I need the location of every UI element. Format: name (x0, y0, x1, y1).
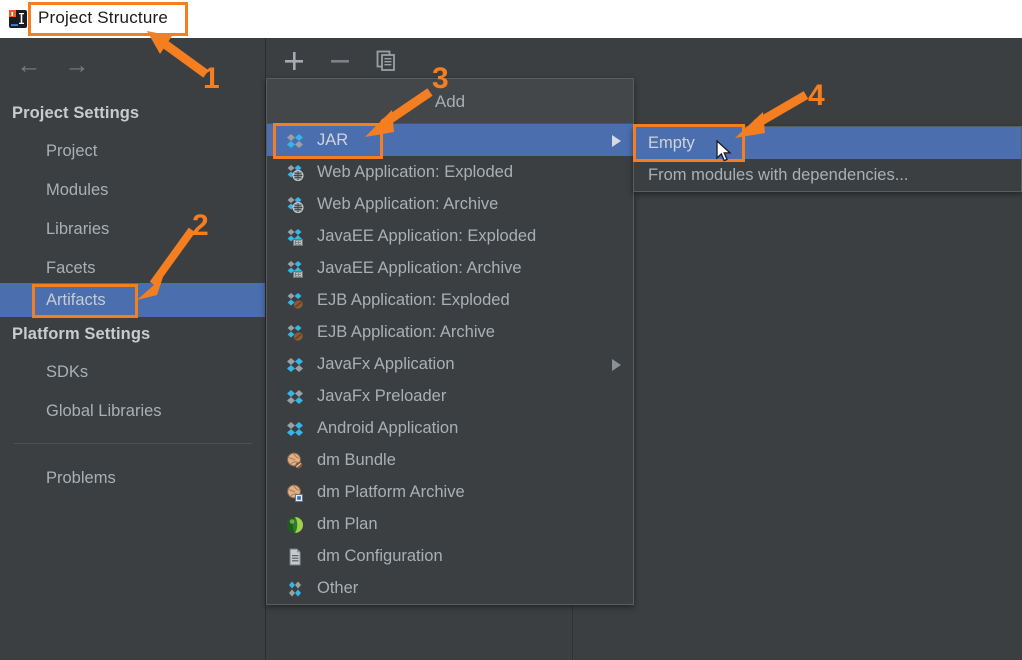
sidebar-item-modules[interactable]: Modules (0, 173, 265, 207)
menu-item-javafx-application[interactable]: JavaFx Application (267, 348, 633, 380)
navigation-buttons: ← → (0, 50, 266, 90)
menu-item-label: JavaEE Application: Archive (317, 259, 522, 277)
submenu-item-from-modules-with-dependencies[interactable]: From modules with dependencies... (634, 159, 1021, 191)
sidebar-item-artifacts[interactable]: Artifacts (0, 283, 265, 317)
add-menu-header: Add (267, 79, 633, 124)
sidebar-group-platform-settings: Platform Settings (12, 325, 151, 343)
menu-item-ejb-application-exploded[interactable]: EJB Application: Exploded (267, 284, 633, 316)
sidebar-group-project-settings: Project Settings (12, 104, 140, 122)
artifact-javafx-icon (285, 354, 305, 374)
project-structure-window: Project Structure ← → Project Settings P… (0, 0, 1022, 660)
menu-item-label: Android Application (317, 419, 459, 437)
mouse-pointer-icon (716, 139, 734, 164)
menu-item-web-application-archive[interactable]: Web Application: Archive (267, 188, 633, 220)
artifact-javaee-icon: EE (285, 258, 305, 278)
sidebar-item-global-libraries[interactable]: Global Libraries (0, 394, 265, 428)
artifact-ejb-icon (285, 290, 305, 310)
menu-item-javafx-preloader[interactable]: JavaFx Preloader (267, 380, 633, 412)
artifact-javafx-icon (285, 386, 305, 406)
title-bar: Project Structure (0, 0, 1022, 38)
annotation-number-3: 3 (432, 62, 449, 95)
arrow-right-icon[interactable]: → (60, 50, 94, 80)
artifacts-toolbar (266, 38, 572, 83)
menu-item-jar[interactable]: JAR (267, 124, 633, 156)
svg-text:EE: EE (295, 240, 302, 246)
sidebar-item-problems[interactable]: Problems (0, 461, 265, 495)
minus-icon[interactable] (326, 47, 354, 75)
artifact-ejb-icon (285, 322, 305, 342)
sidebar-item-libraries[interactable]: Libraries (0, 212, 265, 246)
artifact-javaee-icon: EE (285, 226, 305, 246)
menu-item-label: Web Application: Exploded (317, 163, 513, 181)
artifact-web-icon (285, 162, 305, 182)
sidebar-item-sdks[interactable]: SDKs (0, 355, 265, 389)
annotation-number-1: 1 (203, 62, 220, 95)
annotation-number-4: 4 (808, 79, 825, 112)
menu-item-javaee-application-exploded[interactable]: EE JavaEE Application: Exploded (267, 220, 633, 252)
menu-item-dm-plan[interactable]: dm Plan (267, 508, 633, 540)
chevron-right-icon (612, 135, 621, 147)
artifact-other-icon (285, 578, 305, 598)
menu-item-label: Web Application: Archive (317, 195, 499, 213)
sidebar-item-facets[interactable]: Facets (0, 251, 265, 285)
menu-item-label: EJB Application: Exploded (317, 291, 510, 309)
dm-configuration-icon (285, 546, 305, 566)
svg-text:EE: EE (295, 272, 302, 278)
menu-item-label: JavaFx Preloader (317, 387, 447, 405)
menu-item-label: dm Plan (317, 515, 378, 533)
menu-item-label: EJB Application: Archive (317, 323, 495, 341)
menu-item-dm-platform-archive[interactable]: dm Platform Archive (267, 476, 633, 508)
page-title: Project Structure (38, 8, 169, 27)
artifact-web-icon (285, 194, 305, 214)
dm-plan-icon (285, 514, 305, 534)
sidebar-divider (14, 443, 252, 444)
menu-item-android-application[interactable]: Android Application (267, 412, 633, 444)
jar-submenu: Empty From modules with dependencies... (633, 126, 1022, 192)
artifact-jar-icon (285, 130, 305, 150)
menu-item-label: dm Bundle (317, 451, 396, 469)
menu-item-label: JavaEE Application: Exploded (317, 227, 537, 245)
menu-item-ejb-application-archive[interactable]: EJB Application: Archive (267, 316, 633, 348)
menu-item-dm-bundle[interactable]: dm Bundle (267, 444, 633, 476)
menu-item-label: Other (317, 579, 359, 597)
menu-item-label: dm Platform Archive (317, 483, 465, 501)
menu-item-other[interactable]: Other (267, 572, 633, 604)
menu-item-label: JAR (317, 131, 349, 149)
sidebar-item-project[interactable]: Project (0, 134, 265, 168)
menu-item-javaee-application-archive[interactable]: EE JavaEE Application: Archive (267, 252, 633, 284)
plus-icon[interactable] (280, 47, 308, 75)
settings-sidebar: ← → Project Settings Project Modules Lib… (0, 38, 266, 660)
submenu-item-empty[interactable]: Empty (634, 127, 1021, 159)
copy-icon[interactable] (372, 47, 400, 75)
annotation-number-2: 2 (192, 209, 209, 242)
chevron-right-icon (612, 359, 621, 371)
menu-item-web-application-exploded[interactable]: Web Application: Exploded (267, 156, 633, 188)
menu-item-label: dm Configuration (317, 547, 443, 565)
dm-platform-archive-icon (285, 482, 305, 502)
intellij-idea-icon (8, 9, 28, 29)
artifact-android-icon (285, 418, 305, 438)
menu-item-label: JavaFx Application (317, 355, 455, 373)
dm-bundle-icon (285, 450, 305, 470)
menu-item-dm-configuration[interactable]: dm Configuration (267, 540, 633, 572)
arrow-left-icon[interactable]: ← (12, 50, 46, 80)
add-artifact-menu: Add JAR Web Application: Exploded Web Ap… (266, 78, 634, 605)
